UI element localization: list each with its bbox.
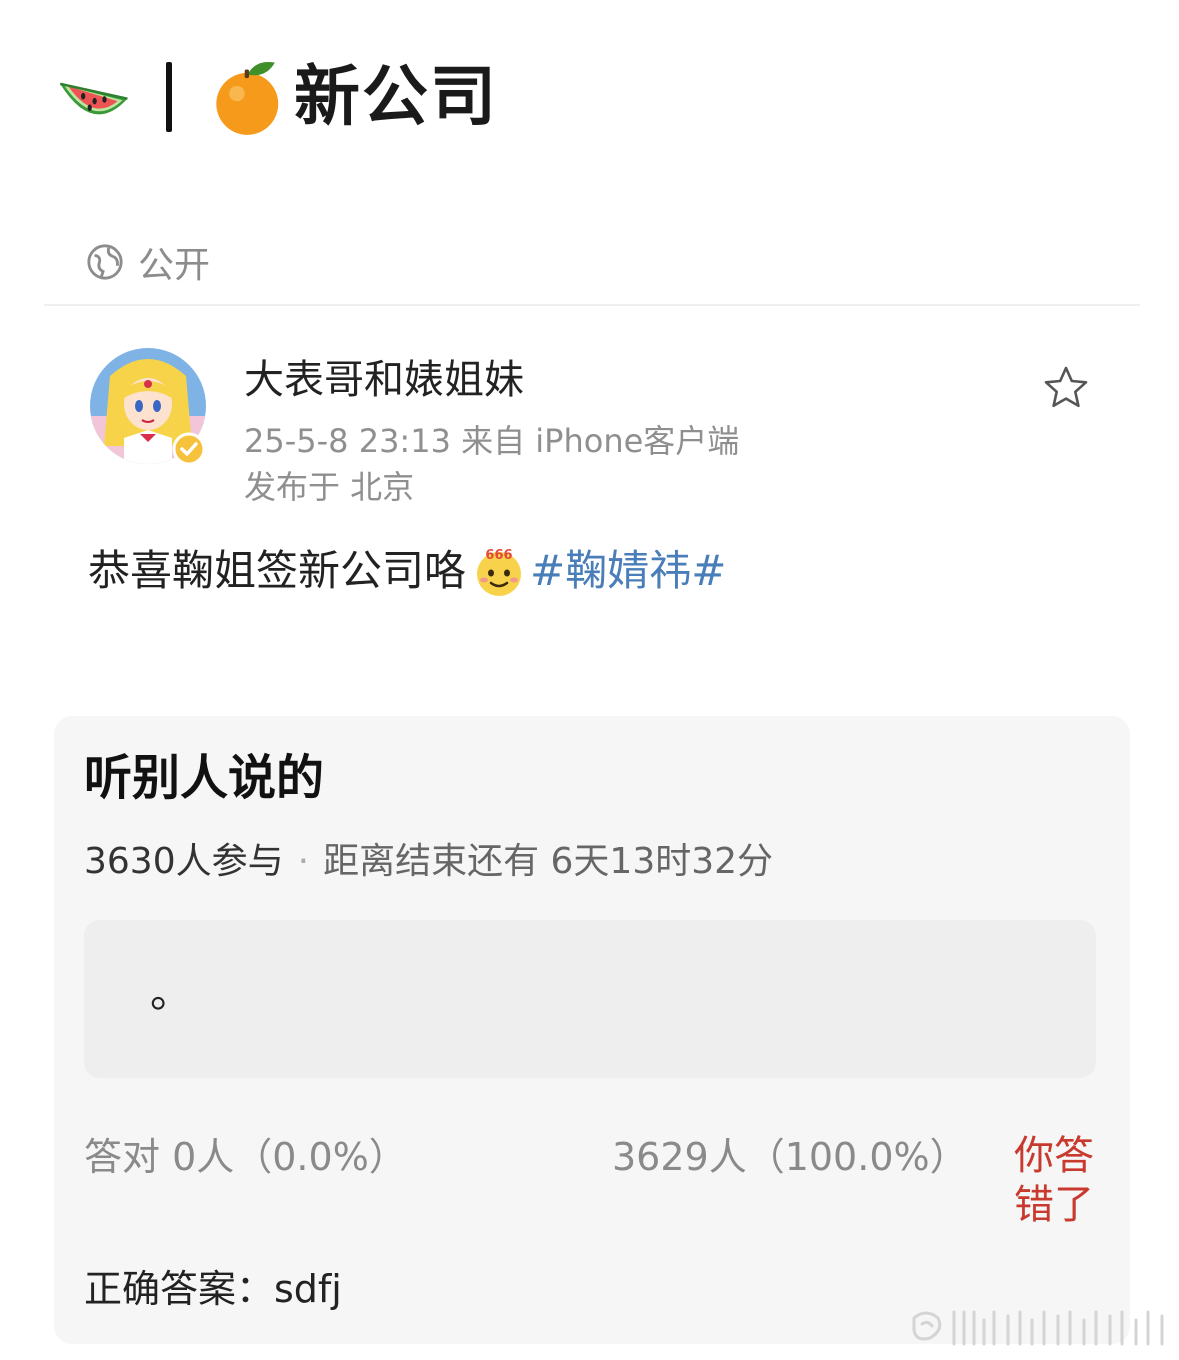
post-timestamp-source: 25-5-8 23:13 来自 iPhone客户端	[244, 422, 740, 460]
star-icon[interactable]	[1042, 364, 1090, 412]
visibility-label: 公开	[138, 245, 211, 286]
watermelon-icon	[59, 82, 128, 115]
quiz-stats: 3630人参与 · 距离结束还有 6天13时32分	[84, 844, 773, 880]
answer-option[interactable]: 。	[84, 920, 1096, 1078]
visibility-indicator[interactable]: 公开	[86, 236, 210, 288]
quiz-card: 听别人说的 3630人参与 · 距离结束还有 6天13时32分 。 答对 0人（0.…	[54, 716, 1130, 1344]
post-location: 发布于 北京	[244, 468, 415, 506]
section-divider	[44, 304, 1140, 306]
page-header: 新公司	[52, 52, 498, 142]
answer-option-text: 。	[150, 968, 193, 1017]
globe-icon	[87, 244, 123, 280]
post-content: 恭喜鞠姐签新公司咯 666 #鞠婧祎#	[88, 544, 726, 598]
hashtag-link[interactable]: #鞠婧祎#	[530, 550, 726, 592]
wrong-answer-label: 你答错了	[1014, 1133, 1094, 1228]
title-divider	[166, 62, 172, 132]
page-title: 新公司	[294, 58, 498, 135]
correct-answer: 正确答案：sdfj	[84, 1267, 342, 1311]
quiz-participants: 3630人参与	[84, 841, 284, 882]
correct-count: 答对 0人（0.0%）	[84, 1135, 407, 1179]
verified-badge-icon	[172, 432, 206, 466]
quiz-time-left: 距离结束还有 6天13时32分	[323, 841, 774, 882]
quiz-title: 听别人说的	[84, 750, 325, 806]
666-emoji-icon: 666	[477, 548, 522, 596]
author-avatar[interactable]	[88, 346, 208, 466]
svg-text:666: 666	[485, 548, 512, 563]
tangerine-icon	[216, 61, 279, 135]
stats-separator: ·	[297, 841, 310, 882]
author-name[interactable]: 大表哥和婊姐妹	[244, 358, 524, 402]
wrong-count: 3629人（100.0%）	[612, 1135, 968, 1179]
watermark-logo	[912, 1310, 1164, 1346]
post-text: 恭喜鞠姐签新公司咯	[88, 546, 467, 595]
